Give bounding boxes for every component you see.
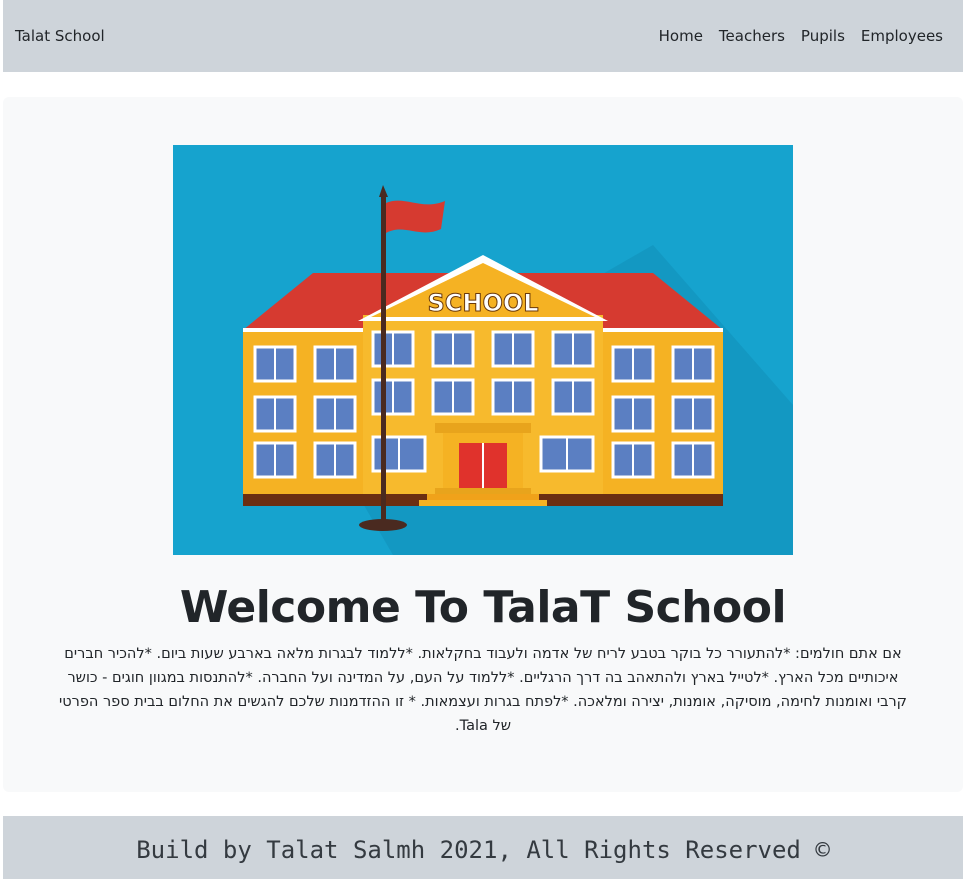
nav-link-employees[interactable]: Employees: [861, 27, 943, 45]
welcome-jumbotron: SCHOOL Welcome To TalaT School אם אתם חו…: [3, 97, 963, 792]
school-building-illustration: SCHOOL: [173, 145, 793, 555]
nav-links: Home Teachers Pupils Employees: [659, 27, 943, 45]
footer-copyright: Build by Talat Salmh 2021, All Rights Re…: [136, 836, 830, 864]
top-navbar: Talat School Home Teachers Pupils Employ…: [3, 0, 963, 72]
page-title: Welcome To TalaT School: [179, 582, 787, 633]
school-sign: SCHOOL: [427, 289, 538, 317]
page-footer: Build by Talat Salmh 2021, All Rights Re…: [3, 816, 963, 879]
nav-link-teachers[interactable]: Teachers: [719, 27, 785, 45]
brand-link[interactable]: Talat School: [15, 27, 105, 45]
nav-link-pupils[interactable]: Pupils: [801, 27, 845, 45]
welcome-description: אם אתם חולמים: *להתעורר כל בוקר בטבע לרי…: [59, 646, 907, 734]
nav-link-home[interactable]: Home: [659, 27, 703, 45]
